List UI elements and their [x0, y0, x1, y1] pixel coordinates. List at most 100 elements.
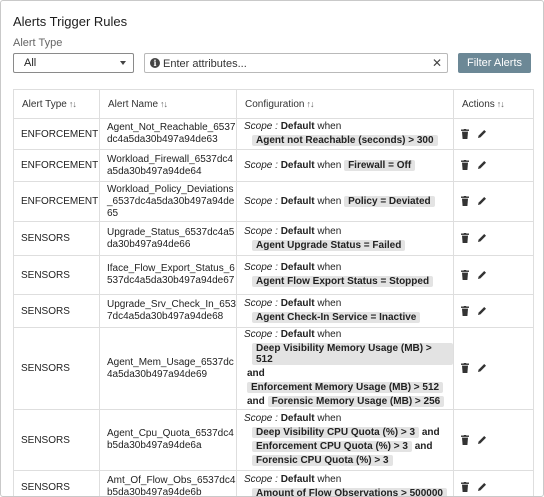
- trash-icon[interactable]: [461, 160, 469, 171]
- when-text: when: [317, 121, 342, 132]
- scope-value: Default: [280, 298, 315, 309]
- scope-value: Default: [280, 195, 315, 207]
- sort-icon[interactable]: ↑↓: [497, 99, 505, 109]
- condition-line: Agent Check-In Service = Inactive: [244, 311, 453, 325]
- column-header-actions[interactable]: Actions ↑↓: [453, 89, 534, 119]
- scope-line: Scope : Default when: [244, 474, 341, 485]
- configuration-cell: Scope : Default when Firewall = Off: [236, 149, 454, 182]
- actions-cell: [453, 221, 534, 256]
- pencil-icon[interactable]: [477, 482, 487, 492]
- condition-chip: Amount of Flow Observations > 500000: [252, 488, 447, 496]
- table-row: ENFORCEMENT Workload_Policy_Deviations_65…: [13, 181, 534, 222]
- when-text: when: [317, 329, 342, 340]
- table-row: ENFORCEMENT Agent_Not_Reachable_6537dc4a5…: [13, 118, 534, 150]
- scope-label: Scope :: [244, 195, 278, 207]
- scope-value: Default: [280, 121, 315, 132]
- alert-type-cell: SENSORS: [13, 327, 100, 410]
- condition-chip: Forensic Memory Usage (MB) > 256: [267, 396, 445, 407]
- trash-icon[interactable]: [461, 233, 469, 244]
- trash-icon[interactable]: [461, 196, 469, 207]
- when-text: when: [317, 225, 342, 237]
- condition-chip: Forensic CPU Quota (%) > 3: [252, 455, 393, 466]
- alert-type-cell: SENSORS: [13, 470, 100, 496]
- condition-chip: Enforcement CPU Quota (%) > 3: [252, 441, 412, 452]
- condition-chip: Deep Visibility CPU Quota (%) > 3: [252, 427, 420, 438]
- scope-label: Scope :: [244, 474, 278, 485]
- scope-value: Default: [280, 329, 315, 340]
- alert-name-cell: Iface_Flow_Export_Status_6537dc4a5da30b4…: [99, 255, 237, 295]
- filter-alerts-button[interactable]: Filter Alerts: [458, 53, 531, 73]
- scope-line: Scope : Default when: [244, 329, 341, 340]
- actions-cell: [453, 118, 534, 150]
- pencil-icon[interactable]: [477, 363, 487, 373]
- condition-line: Forensic CPU Quota (%) > 3: [244, 454, 453, 468]
- condition-line: Deep Visibility Memory Usage (MB) > 512: [244, 342, 453, 367]
- when-text: when: [317, 195, 342, 207]
- alert-name-cell: Amt_Of_Flow_Obs_6537dc4b5da30b497a94de6b: [99, 470, 237, 496]
- trash-icon[interactable]: [461, 481, 469, 492]
- scope-label: Scope :: [244, 298, 278, 309]
- configuration-cell: Scope : Default when Agent Check-In Servi…: [236, 294, 454, 328]
- scope-label: Scope :: [244, 159, 278, 171]
- info-icon[interactable]: i: [150, 58, 160, 68]
- close-icon[interactable]: ✕: [432, 56, 442, 70]
- scope-line: Scope : Default when: [244, 121, 341, 132]
- trash-icon[interactable]: [461, 128, 469, 139]
- pencil-icon[interactable]: [477, 196, 487, 206]
- column-header-configuration[interactable]: Configuration ↑↓: [236, 89, 454, 119]
- trash-icon[interactable]: [461, 305, 469, 316]
- table-row: SENSORS Upgrade_Status_6537dc4a5da30b497a…: [13, 221, 534, 256]
- scope-line: Scope : Default when: [244, 262, 341, 273]
- when-text: when: [317, 262, 342, 273]
- actions-cell: [453, 470, 534, 496]
- and-text: and: [421, 427, 440, 438]
- pencil-icon[interactable]: [477, 233, 487, 243]
- table-row: SENSORS Agent_Mem_Usage_6537dc4a5da30b497…: [13, 327, 534, 410]
- table-row: ENFORCEMENT Workload_Firewall_6537dc4a5da…: [13, 149, 534, 182]
- attribute-search-input[interactable]: [163, 56, 423, 71]
- pencil-icon[interactable]: [477, 306, 487, 316]
- chevron-down-icon: [120, 61, 126, 65]
- scope-label: Scope :: [244, 262, 278, 273]
- scope-label: Scope :: [244, 225, 278, 237]
- condition-chip: Agent Flow Export Status = Stopped: [252, 276, 434, 287]
- condition-chip: Enforcement Memory Usage (MB) > 512: [247, 382, 444, 393]
- when-text: when: [317, 159, 342, 171]
- configuration-cell: Scope : Default when Agent Flow Export St…: [236, 255, 454, 295]
- scope-line: Scope : Default when: [244, 298, 341, 309]
- column-header-alert-name[interactable]: Alert Name ↑↓: [99, 89, 237, 119]
- alert-type-select[interactable]: All: [13, 53, 134, 73]
- pencil-icon[interactable]: [477, 435, 487, 445]
- scope-value: Default: [280, 474, 315, 485]
- sort-icon[interactable]: ↑↓: [160, 99, 168, 109]
- sort-icon[interactable]: ↑↓: [306, 99, 314, 109]
- condition-line: Agent Upgrade Status = Failed: [244, 239, 453, 253]
- alert-name-cell: Agent_Cpu_Quota_6537dc4b5da30b497a94de6a: [99, 409, 237, 471]
- table-row: SENSORS Upgrade_Srv_Check_In_6537dc4a5da3…: [13, 294, 534, 328]
- pencil-icon[interactable]: [477, 270, 487, 280]
- sort-icon[interactable]: ↑↓: [69, 99, 77, 109]
- trash-icon[interactable]: [461, 269, 469, 280]
- pencil-icon[interactable]: [477, 129, 487, 139]
- and-text: and: [247, 368, 265, 379]
- condition-line: Agent not Reachable (seconds) > 300: [244, 134, 453, 148]
- alert-name-cell: Upgrade_Status_6537dc4a5da30b497a94de66: [99, 221, 237, 256]
- actions-cell: [453, 181, 534, 222]
- condition-chip: Agent Check-In Service = Inactive: [252, 312, 421, 323]
- trash-icon[interactable]: [461, 363, 469, 374]
- actions-cell: [453, 409, 534, 471]
- scope-value: Default: [280, 262, 315, 273]
- condition-line: and Forensic Memory Usage (MB) > 256: [244, 395, 453, 409]
- alert-type-cell: ENFORCEMENT: [13, 118, 100, 150]
- configuration-cell: Scope : Default when Policy = Deviated: [236, 181, 454, 222]
- column-header-alert-type[interactable]: Alert Type ↑↓: [13, 89, 100, 119]
- condition-line: Deep Visibility CPU Quota (%) > 3 and: [244, 426, 453, 440]
- trash-icon[interactable]: [461, 434, 469, 445]
- condition-chip: Policy = Deviated: [344, 195, 435, 207]
- scope-label: Scope :: [244, 413, 278, 424]
- configuration-cell: Scope : Default when Deep Visibility CPU …: [236, 409, 454, 471]
- attribute-filter[interactable]: i ✕: [144, 53, 448, 73]
- table-row: SENSORS Agent_Cpu_Quota_6537dc4b5da30b497…: [13, 409, 534, 471]
- condition-line: Amount of Flow Observations > 500000: [244, 487, 453, 496]
- pencil-icon[interactable]: [477, 160, 487, 170]
